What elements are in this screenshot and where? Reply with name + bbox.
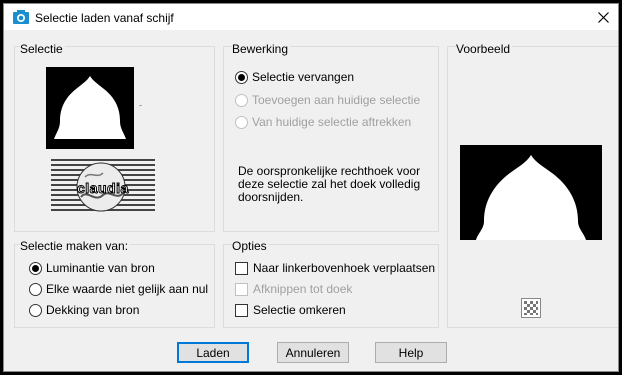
- voorbeeld-label: Voorbeeld: [456, 42, 513, 56]
- selectie-maken-label: Selectie maken van:: [20, 239, 131, 253]
- cancel-button[interactable]: Annuleren: [277, 342, 349, 363]
- radio-button[interactable]: [235, 115, 248, 129]
- checkerboard-icon[interactable]: [521, 298, 541, 318]
- radio-button[interactable]: [29, 303, 42, 317]
- radio-button[interactable]: [235, 70, 248, 84]
- checkbox-afknippen[interactable]: Afknippen tot doek: [235, 282, 352, 296]
- radio-label: Van huidige selectie aftrekken: [252, 115, 412, 129]
- radio-dekking[interactable]: Dekking van bron: [29, 303, 139, 317]
- checkbox-linkerbovenhoek[interactable]: Naar linkerbovenhoek verplaatsen: [235, 261, 435, 275]
- bewerking-label: Bewerking: [232, 42, 291, 56]
- radio-label: Dekking van bron: [46, 303, 140, 317]
- source-image-thumbnail[interactable]: claudia: [51, 159, 155, 214]
- window-backdrop: Selectie laden vanaf schijf Selectie cla…: [0, 0, 622, 375]
- radio-luminantie[interactable]: Luminantie van bron: [29, 261, 155, 275]
- selectie-label: Selectie: [20, 42, 65, 56]
- checkbox[interactable]: [235, 303, 248, 317]
- radio-toevoegen[interactable]: Toevoegen aan huidige selectie: [235, 93, 420, 107]
- close-button[interactable]: [592, 7, 614, 27]
- bewerking-description: De oorspronkelijke rechthoek voor deze s…: [238, 164, 421, 204]
- radio-aftrekken[interactable]: Van huidige selectie aftrekken: [235, 115, 411, 129]
- radio-button[interactable]: [29, 261, 42, 275]
- preview-image: [460, 145, 602, 240]
- checkbox[interactable]: [235, 282, 248, 296]
- radio-label: Selectie vervangen: [252, 70, 355, 84]
- checkbox-label: Afknippen tot doek: [253, 282, 353, 296]
- checkbox-label: Selectie omkeren: [253, 303, 346, 317]
- load-button[interactable]: Laden: [177, 342, 249, 363]
- opties-label: Opties: [232, 239, 269, 253]
- watermark-text: claudia: [77, 180, 129, 197]
- dialog: Selectie laden vanaf schijf Selectie cla…: [3, 3, 619, 372]
- checkbox[interactable]: [235, 261, 248, 275]
- radio-button[interactable]: [29, 282, 42, 296]
- camera-icon: [13, 10, 29, 24]
- checkbox-omkeren[interactable]: Selectie omkeren: [235, 303, 346, 317]
- radio-label: Elke waarde niet gelijk aan nul: [46, 282, 209, 296]
- radio-button[interactable]: [235, 93, 248, 107]
- selection-thumbnail[interactable]: [46, 67, 134, 149]
- title-bar: Selectie laden vanaf schijf: [4, 4, 618, 30]
- radio-selectie-vervangen[interactable]: Selectie vervangen: [235, 70, 354, 84]
- radio-label: Luminantie van bron: [46, 261, 155, 275]
- thumbnail-marker: [139, 105, 142, 106]
- window-title: Selectie laden vanaf schijf: [35, 11, 174, 25]
- checkbox-label: Naar linkerbovenhoek verplaatsen: [253, 261, 436, 275]
- close-icon: [597, 11, 609, 23]
- radio-elke-waarde[interactable]: Elke waarde niet gelijk aan nul: [29, 282, 208, 296]
- radio-label: Toevoegen aan huidige selectie: [252, 93, 421, 107]
- help-button[interactable]: Help: [375, 342, 447, 363]
